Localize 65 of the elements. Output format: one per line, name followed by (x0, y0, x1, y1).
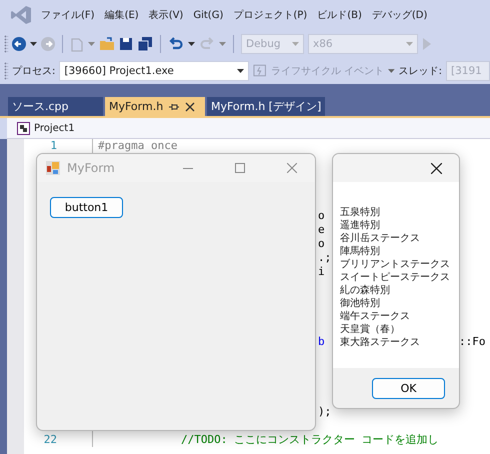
logo-icon (10, 5, 32, 25)
play-icon (422, 36, 432, 50)
code-fragment: b (318, 335, 325, 348)
message-line: 糺の森特別 (340, 284, 390, 297)
code-fragment: .; (318, 251, 332, 264)
redo-icon (199, 36, 215, 50)
caret-icon (30, 42, 37, 46)
lifecycle-events-label: ライフサイクル イベント (270, 64, 384, 78)
forward-icon (41, 36, 55, 50)
message-line: 東大路ステークス (340, 336, 420, 349)
document-tab[interactable]: ソース.cpp (8, 97, 103, 116)
project-name: Project1 (34, 122, 75, 134)
code-fragment: i (318, 265, 325, 278)
caret-icon (237, 68, 244, 72)
ok-button[interactable]: OK (372, 378, 445, 398)
message-line: 御池特別 (340, 297, 380, 310)
process-dropdown[interactable]: [39660] Project1.exe (59, 60, 250, 80)
menu-item[interactable]: 編集(E) (100, 8, 144, 22)
caret-icon (406, 42, 413, 46)
form-icon (45, 160, 61, 176)
undo-icon[interactable] (168, 36, 184, 50)
maximize-icon[interactable] (235, 163, 245, 173)
menu-item[interactable]: デバッグ(D) (366, 8, 432, 22)
save-icon[interactable] (119, 36, 133, 50)
message-line: 陣馬特別 (340, 245, 380, 258)
caret-icon (88, 42, 95, 46)
new-item-icon (70, 36, 84, 52)
code-line: #pragma once (98, 139, 178, 153)
message-line: ブリリアントステークス (340, 258, 450, 271)
back-icon[interactable] (12, 36, 26, 50)
code-fragment: ); (318, 405, 332, 418)
code-fragment: o (318, 237, 325, 250)
message-line: 天皇賞（春） (340, 323, 400, 336)
menu-item[interactable]: Git(G) (188, 10, 228, 20)
message-line: スイートピーステークス (340, 271, 450, 284)
code-fragment: ::Fo (459, 335, 486, 349)
message-line: 遥進特別 (340, 219, 380, 232)
message-line: 五泉特別 (340, 206, 380, 219)
thread-label: スレッド: (398, 64, 442, 78)
document-tab[interactable]: MyForm.h (105, 97, 205, 116)
caret-icon (292, 42, 299, 46)
document-tab[interactable]: MyForm.h [デザイン] (207, 97, 326, 116)
folder-icon[interactable] (99, 36, 115, 50)
lifecycle-icon (253, 64, 267, 77)
line-number: 1 (49, 139, 57, 153)
caret-icon (219, 42, 226, 46)
line-number: 22 (42, 433, 57, 447)
message-line: 谷川岳ステークス (340, 232, 420, 245)
message-line: 端午ステークス (340, 310, 410, 323)
code-line: //TODO: ここにコンストラクター コードを追加し (180, 433, 439, 447)
caret-icon (188, 42, 195, 46)
process-label: プロセス: (12, 64, 56, 78)
code-fragment: e (318, 223, 325, 236)
menu-item[interactable]: ビルド(B) (312, 8, 367, 22)
menu-item[interactable]: プロジェクト(P) (228, 8, 312, 22)
project-icon (17, 122, 30, 134)
close-icon[interactable] (430, 162, 442, 174)
save-all-icon[interactable] (137, 36, 153, 50)
menu-item[interactable]: ファイル(F) (36, 8, 100, 22)
code-fragment: o (318, 209, 325, 222)
menu-item[interactable]: 表示(V) (144, 8, 188, 22)
form-button[interactable]: button1 (50, 197, 123, 218)
window-title: MyForm (67, 161, 116, 175)
caret-icon (388, 68, 395, 72)
close-icon[interactable] (185, 102, 196, 112)
